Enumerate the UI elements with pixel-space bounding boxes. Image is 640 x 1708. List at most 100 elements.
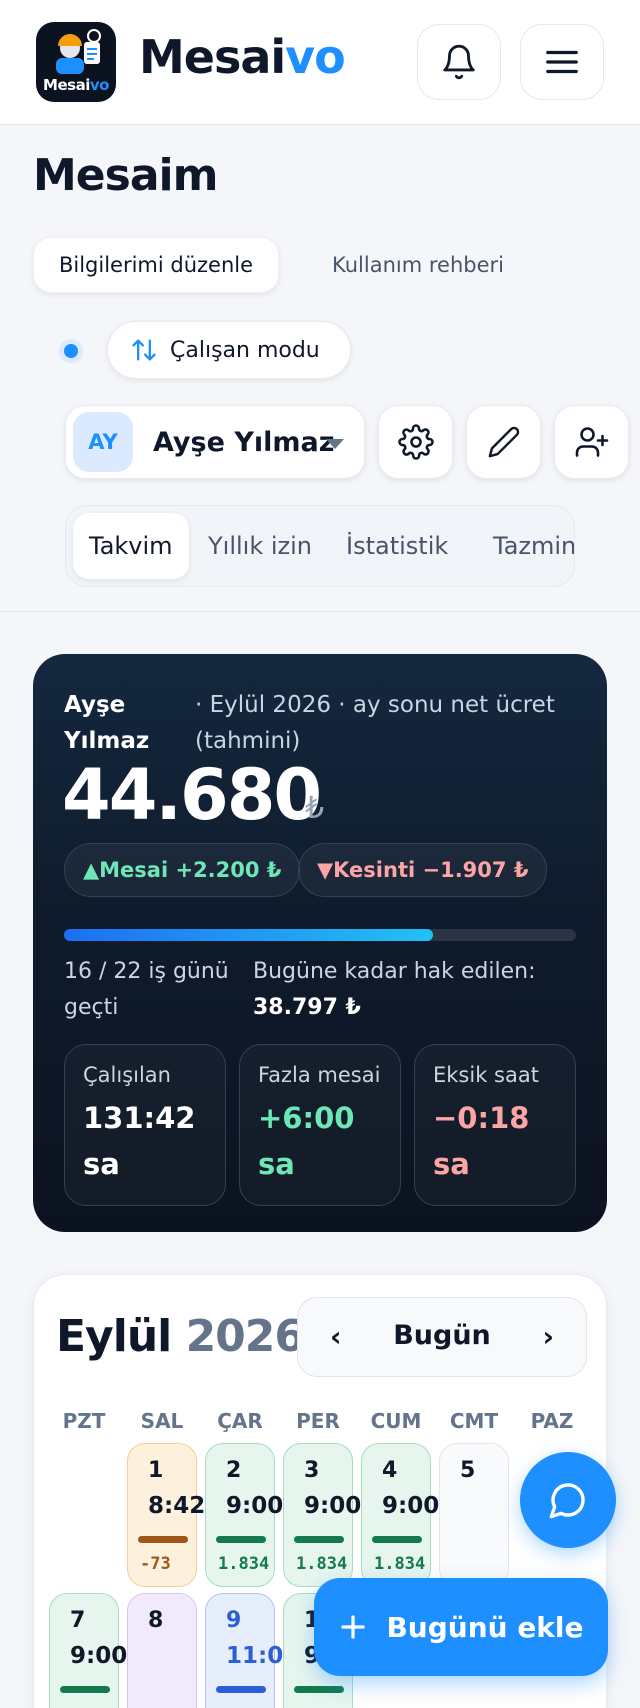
- salary-summary-card: Ayşe Yılmaz · Eylül 2026 · ay sonu net ü…: [33, 654, 607, 1232]
- weekday-label: PZT: [62, 1409, 106, 1433]
- stat-worked: Çalışılan 131:42 sa: [64, 1044, 226, 1206]
- day-amount: 1.834: [374, 1554, 426, 1574]
- day-hours: 9:00: [70, 1643, 128, 1669]
- pencil-icon: [488, 426, 519, 458]
- day-hours-bar: [294, 1536, 344, 1543]
- mode-radio[interactable]: [59, 339, 83, 363]
- stat-label: Çalışılan: [83, 1063, 171, 1087]
- month-progress-bar: [64, 929, 576, 941]
- calendar-day[interactable]: 2 9:00 1.834: [205, 1443, 284, 1587]
- notifications-button[interactable]: [417, 24, 501, 100]
- day-hours-bar: [138, 1536, 188, 1543]
- day-amount: 1.834: [218, 1554, 270, 1574]
- weekday-label: CUM: [370, 1409, 422, 1433]
- user-select[interactable]: AY Ayşe Yılmaz: [65, 405, 365, 479]
- weekday-label: CMT: [449, 1409, 499, 1433]
- day-number: 4: [382, 1458, 398, 1483]
- add-today-button[interactable]: Bugünü ekle: [314, 1578, 608, 1676]
- section-divider: [0, 611, 640, 612]
- stat-missing-hours: Eksik saat −0:18 sa: [414, 1044, 576, 1206]
- calendar-day[interactable]: 7 9:00: [49, 1593, 128, 1708]
- user-name: Ayşe Yılmaz: [153, 426, 335, 458]
- earned-so-far: Bugüne kadar hak edilen: 38.797 ₺: [253, 954, 536, 1026]
- calendar-day[interactable]: 3 9:00 1.834: [283, 1443, 362, 1587]
- day-number: 1: [148, 1458, 164, 1483]
- chat-button[interactable]: [520, 1452, 616, 1548]
- bell-icon: [443, 44, 475, 80]
- day-amount: -73: [140, 1554, 171, 1574]
- gear-icon: [397, 424, 434, 460]
- brand-name[interactable]: Mesaivo: [139, 30, 346, 84]
- menu-button[interactable]: [520, 24, 604, 100]
- top-bar: Mesaivo Mesaivo: [0, 0, 640, 125]
- section-tabs: Takvim Yıllık izin İstatistik Tazmin: [65, 505, 575, 587]
- hamburger-menu-icon: [546, 50, 578, 74]
- day-number: 5: [460, 1458, 476, 1483]
- stat-value: −0:18 sa: [433, 1101, 530, 1181]
- weekday-label: SAL: [140, 1409, 184, 1433]
- edit-user-button[interactable]: [466, 405, 541, 479]
- add-today-label: Bugünü ekle: [386, 1610, 584, 1644]
- weekday-label: ÇAR: [217, 1409, 263, 1433]
- usage-guide-link[interactable]: Kullanım rehberi: [300, 237, 536, 293]
- day-number: 7: [70, 1608, 86, 1633]
- plus-icon: [341, 1615, 366, 1639]
- month-navigator: ‹ Bugün ›: [297, 1297, 587, 1377]
- day-hours-bar: [216, 1686, 266, 1693]
- day-hours: 9:00: [304, 1493, 362, 1519]
- day-hours-bar: [216, 1536, 266, 1543]
- calendar-day[interactable]: 4 9:00 1.834: [361, 1443, 440, 1587]
- salary-amount: 44.680: [62, 754, 322, 836]
- earned-value: 38.797 ₺: [253, 995, 361, 1020]
- salary-subtitle: · Eylül 2026 · ay sonu net ücret (tahmin…: [195, 692, 555, 754]
- add-user-icon: [575, 427, 608, 457]
- avatar: AY: [73, 412, 133, 472]
- stat-label: Eksik saat: [433, 1063, 539, 1087]
- day-hours: 11:00: [226, 1643, 300, 1669]
- calendar-day[interactable]: 9 11:00: [205, 1593, 300, 1708]
- mode-label: Çalışan modu: [170, 337, 320, 363]
- deduction-pill: ▼Kesinti −1.907 ₺: [298, 843, 548, 897]
- page-title: Mesaim: [33, 150, 218, 201]
- tab-calendar[interactable]: Takvim: [73, 513, 189, 579]
- edit-info-button[interactable]: Bilgilerimi düzenle: [33, 237, 279, 293]
- month-progress-fill: [64, 929, 433, 941]
- day-hours-bar: [60, 1686, 110, 1693]
- logo-wordmark: Mesaivo: [43, 76, 109, 94]
- day-number: 8: [148, 1608, 164, 1633]
- calendar-day[interactable]: 5: [439, 1443, 509, 1587]
- salary-currency: ₺: [305, 791, 325, 826]
- weekday-label: PAZ: [530, 1409, 574, 1433]
- stat-overtime: Fazla mesai +6:00 sa: [239, 1044, 401, 1206]
- day-number: 2: [226, 1458, 242, 1483]
- chevron-down-icon: [326, 439, 344, 449]
- day-hours-bar: [372, 1536, 422, 1543]
- app-logo[interactable]: Mesaivo: [36, 22, 116, 102]
- day-hours: 8:42: [148, 1493, 206, 1519]
- swap-arrows-icon: [132, 339, 156, 361]
- tab-compensation[interactable]: Tazmin: [493, 513, 574, 579]
- calendar-title: Eylül 2026: [56, 1311, 305, 1362]
- weekday-label: PER: [296, 1409, 340, 1433]
- worker-logo-icon: [56, 29, 101, 74]
- stat-value: +6:00 sa: [258, 1101, 355, 1181]
- tab-statistics[interactable]: İstatistik: [346, 513, 448, 579]
- calendar-day[interactable]: 1 8:42 -73: [127, 1443, 206, 1587]
- day-hours: 9:00: [226, 1493, 284, 1519]
- chat-bubble-icon: [549, 1483, 585, 1519]
- salary-employee-name: Ayşe Yılmaz: [64, 692, 150, 754]
- employee-mode-button[interactable]: Çalışan modu: [107, 321, 351, 379]
- day-hours-bar: [294, 1686, 344, 1693]
- add-user-button[interactable]: [554, 405, 629, 479]
- calendar-day[interactable]: 8: [127, 1593, 197, 1708]
- workdays-passed: 16 / 22 iş günü geçti: [64, 959, 229, 1020]
- stat-label: Fazla mesai: [258, 1063, 381, 1087]
- tab-annual-leave[interactable]: Yıllık izin: [208, 513, 312, 579]
- next-month-button[interactable]: ›: [542, 1320, 554, 1353]
- earned-label: Bugüne kadar hak edilen:: [253, 959, 536, 984]
- settings-button[interactable]: [378, 405, 453, 479]
- day-number: 3: [304, 1458, 320, 1483]
- day-amount: 1.834: [296, 1554, 348, 1574]
- day-number: 9: [226, 1608, 242, 1633]
- day-hours: 9:00: [382, 1493, 440, 1519]
